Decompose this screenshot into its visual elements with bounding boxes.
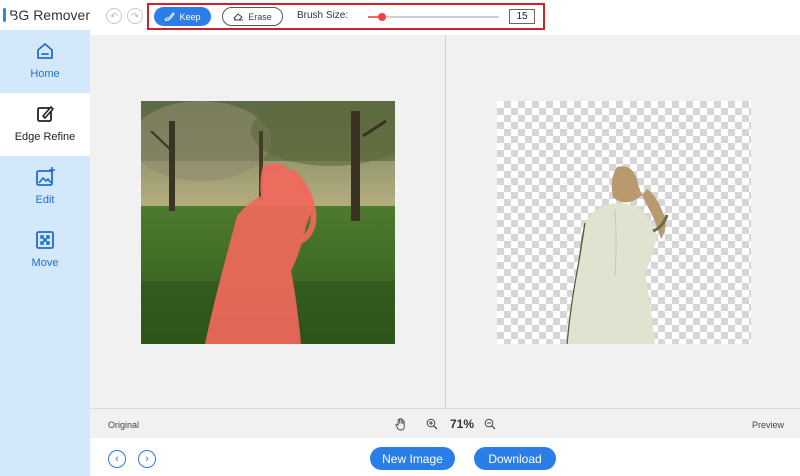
edge-refine-icon bbox=[37, 106, 54, 122]
erase-button[interactable]: Erase bbox=[222, 7, 283, 26]
undo-icon: ↶ bbox=[110, 10, 118, 21]
brush-keep-icon bbox=[164, 12, 176, 21]
cutout-figure bbox=[565, 166, 669, 344]
top-toolbar: ↶ ↷ Keep Erase Brush Size: 15 bbox=[90, 0, 800, 35]
keep-button[interactable]: Keep bbox=[154, 7, 211, 26]
sidebar-item-label: Move bbox=[31, 257, 59, 269]
footer-bar: ‹ › New Image Download bbox=[90, 438, 800, 476]
brush-size-label: Brush Size: bbox=[297, 10, 349, 21]
sidebar-item-move[interactable]: Move bbox=[0, 219, 90, 282]
brand: BG Remover bbox=[0, 0, 90, 30]
undo-button[interactable]: ↶ bbox=[106, 8, 122, 24]
new-image-button[interactable]: New Image bbox=[370, 447, 455, 470]
home-icon bbox=[37, 43, 53, 59]
sidebar: BG Remover Home Edge Refine Edit Move bbox=[0, 0, 90, 476]
sidebar-item-edit[interactable]: Edit bbox=[0, 156, 90, 219]
chevron-right-icon: › bbox=[145, 453, 149, 465]
sidebar-item-label: Edge Refine bbox=[14, 131, 76, 143]
brush-size-input[interactable]: 15 bbox=[509, 9, 535, 24]
sidebar-item-home[interactable]: Home bbox=[0, 30, 90, 93]
app-title: BG Remover bbox=[9, 7, 90, 23]
image-logo-icon bbox=[0, 8, 15, 22]
zoom-level: 71% bbox=[450, 417, 475, 431]
bg-remover-app: BG Remover Home Edge Refine Edit Move ↶ … bbox=[0, 0, 800, 476]
brush-size-thumb[interactable] bbox=[378, 13, 387, 21]
brush-size-slider[interactable] bbox=[368, 13, 499, 21]
erase-label: Erase bbox=[248, 11, 272, 22]
hand-pan-icon[interactable] bbox=[395, 418, 407, 431]
sidebar-item-label: Edit bbox=[35, 194, 55, 206]
next-button[interactable]: › bbox=[138, 450, 156, 468]
zoom-in-icon[interactable] bbox=[426, 418, 438, 430]
eraser-icon bbox=[233, 13, 244, 21]
chevron-left-icon: ‹ bbox=[115, 453, 119, 465]
zoom-out-icon[interactable] bbox=[484, 418, 496, 430]
keep-label: Keep bbox=[179, 11, 201, 22]
original-image[interactable] bbox=[141, 101, 395, 344]
redo-button[interactable]: ↷ bbox=[127, 8, 143, 24]
redo-icon: ↷ bbox=[131, 10, 139, 21]
move-icon bbox=[36, 231, 54, 249]
sidebar-item-label: Home bbox=[30, 68, 60, 80]
preview-label: Preview bbox=[751, 420, 784, 430]
original-pane bbox=[90, 35, 445, 408]
previous-button[interactable]: ‹ bbox=[108, 450, 126, 468]
download-button[interactable]: Download bbox=[474, 447, 556, 470]
sidebar-item-edge-refine[interactable]: Edge Refine bbox=[0, 93, 90, 156]
preview-pane bbox=[446, 35, 800, 408]
canvas-status-bar: Original 71% Preview bbox=[90, 408, 800, 438]
original-label: Original bbox=[108, 420, 140, 430]
preview-image[interactable] bbox=[497, 101, 751, 344]
edit-icon bbox=[36, 167, 55, 186]
